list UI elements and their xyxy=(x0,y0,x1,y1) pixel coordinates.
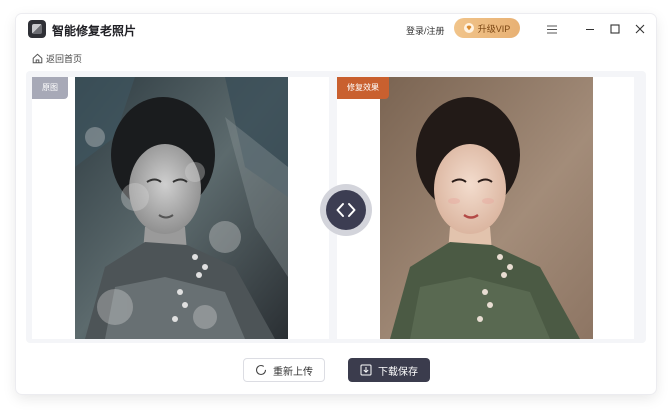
left-right-arrows-icon xyxy=(326,190,366,230)
original-photo xyxy=(75,77,288,339)
reupload-label: 重新上传 xyxy=(273,366,313,378)
home-icon xyxy=(32,53,43,64)
close-icon[interactable] xyxy=(632,21,648,37)
back-home-link[interactable]: 返回首页 xyxy=(32,52,82,65)
upgrade-vip-button[interactable]: 升级VIP xyxy=(454,18,520,38)
login-register-link[interactable]: 登录/注册 xyxy=(406,24,445,37)
back-home-label: 返回首页 xyxy=(46,54,83,64)
comparison-stage: 原图 修复效果 xyxy=(26,71,646,343)
result-panel: 修复效果 xyxy=(337,77,634,339)
app-window: 智能修复老照片 登录/注册 升级VIP 返回首页 原图 修复效果 重新上传 下载… xyxy=(16,14,656,394)
app-title: 智能修复老照片 xyxy=(52,24,137,38)
download-save-label: 下载保存 xyxy=(378,366,418,378)
compare-slider-handle[interactable] xyxy=(320,184,372,236)
download-save-button[interactable]: 下载保存 xyxy=(348,358,430,382)
result-tag: 修复效果 xyxy=(337,77,389,99)
app-logo-icon xyxy=(28,20,46,38)
refresh-icon xyxy=(255,364,267,376)
maximize-icon[interactable] xyxy=(607,21,623,37)
reupload-button[interactable]: 重新上传 xyxy=(243,358,325,382)
original-panel: 原图 xyxy=(32,77,329,339)
title-bar: 智能修复老照片 登录/注册 升级VIP xyxy=(16,14,656,44)
repaired-photo xyxy=(380,77,593,339)
original-tag: 原图 xyxy=(32,77,68,99)
menu-icon[interactable] xyxy=(544,21,560,37)
diamond-icon xyxy=(463,23,474,33)
upgrade-vip-label: 升级VIP xyxy=(477,23,511,34)
download-icon xyxy=(360,364,372,376)
minimize-icon[interactable] xyxy=(582,21,598,37)
